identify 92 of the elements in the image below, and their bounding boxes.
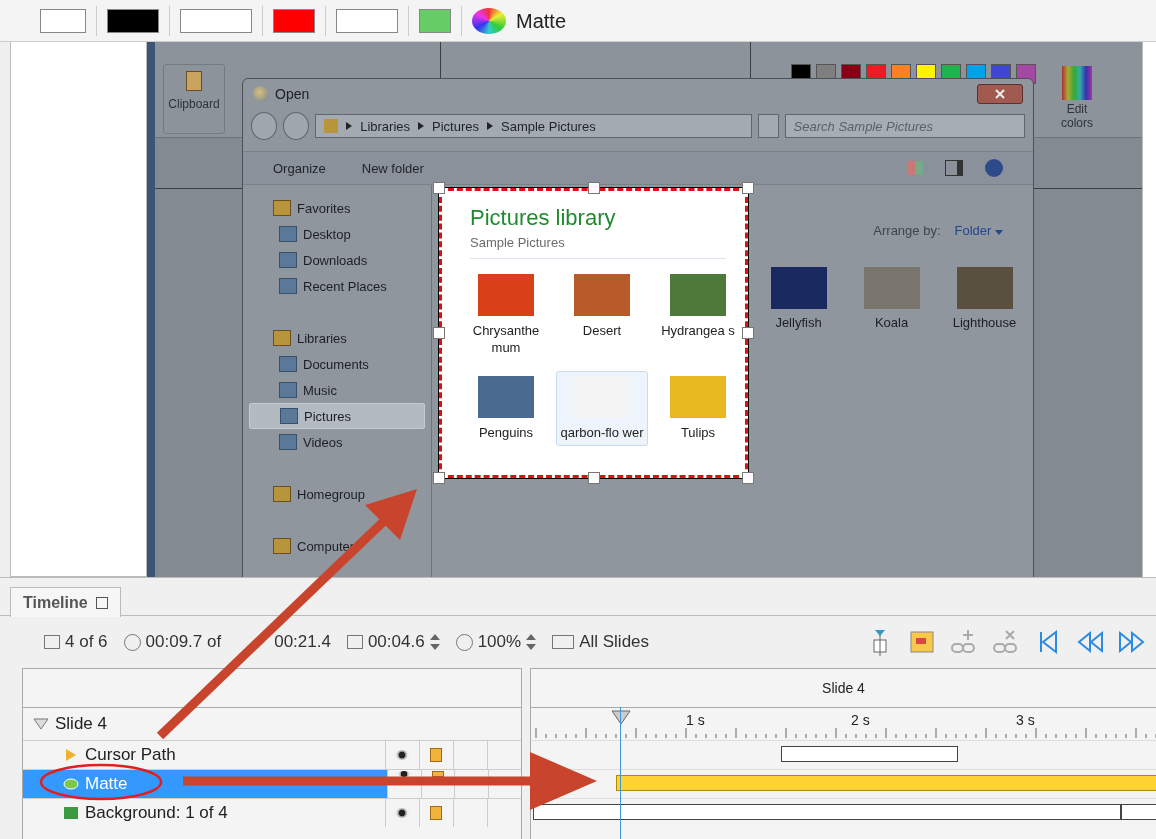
close-button[interactable] <box>977 84 1023 104</box>
help-icon[interactable] <box>985 159 1003 177</box>
matte-icon <box>63 777 79 791</box>
file-item[interactable]: qarbon-flo wer <box>556 371 648 446</box>
nav-item[interactable]: Downloads <box>249 247 425 273</box>
preview-pane-icon[interactable] <box>945 160 963 176</box>
layer-name: Matte <box>85 774 128 794</box>
spinner-icon[interactable] <box>526 633 537 651</box>
layer-row[interactable]: Cursor Path <box>23 740 521 769</box>
rewind-icon[interactable] <box>1076 628 1104 656</box>
ruler-label: 3 s <box>1016 712 1035 728</box>
total-time: 00:21.4 <box>274 632 331 652</box>
lock-icon[interactable] <box>431 771 444 777</box>
clipboard-icon <box>186 71 202 91</box>
dropdown-caret-icon <box>995 230 1003 235</box>
resize-handle[interactable] <box>433 182 445 194</box>
dialog-title: Open <box>275 86 310 102</box>
slides-icon <box>552 635 575 649</box>
eye-icon[interactable] <box>396 771 413 777</box>
command-button[interactable]: Organize <box>273 160 326 176</box>
resize-handle[interactable] <box>742 182 754 194</box>
image-icon <box>63 806 79 820</box>
time-readout: 00:09.7 of <box>145 632 222 652</box>
color-picker-icon[interactable] <box>273 8 315 33</box>
fast-forward-icon[interactable] <box>1118 628 1146 656</box>
forward-button[interactable] <box>283 112 310 140</box>
slide-header: Slide 4 <box>531 669 1156 708</box>
file-item[interactable]: Desert <box>556 269 648 361</box>
nav-item[interactable]: Libraries <box>249 325 425 351</box>
slide-row[interactable]: Slide 4 <box>23 708 113 740</box>
search-field[interactable]: Search Sample Pictures <box>784 114 1025 138</box>
file-item[interactable]: Penguins <box>460 371 552 446</box>
all-slides-button[interactable]: All Slides <box>579 632 650 652</box>
address-bar[interactable]: Libraries Pictures Sample Pictures <box>315 114 753 138</box>
duration-icon <box>346 635 363 649</box>
color-picker-icon[interactable] <box>107 8 159 33</box>
color-wheel-icon[interactable] <box>472 7 506 34</box>
image-icon[interactable] <box>419 8 451 33</box>
resize-handle[interactable] <box>433 472 445 484</box>
file-item[interactable]: Tulips <box>652 371 744 446</box>
close-icon <box>995 89 1005 99</box>
expand-triangle-icon <box>33 718 49 730</box>
nav-item[interactable]: Videos <box>249 429 425 455</box>
back-button[interactable] <box>251 112 278 140</box>
edit-colors-button[interactable]: Edit colors <box>1055 66 1099 130</box>
resize-handle[interactable] <box>433 327 445 339</box>
file-item[interactable]: Lighthouse <box>938 267 1031 330</box>
layer-name: Background: 1 of 4 <box>85 803 228 823</box>
nav-item[interactable]: Desktop <box>249 221 425 247</box>
ruler-label: 1 s <box>686 712 705 728</box>
nav-item[interactable]: Music <box>249 377 425 403</box>
layer-name: Cursor Path <box>85 745 176 765</box>
nav-item[interactable]: Favorites <box>249 195 425 221</box>
nav-item[interactable]: Recent Places <box>249 273 425 299</box>
duration-field[interactable]: 00:04.6 <box>367 632 425 652</box>
callout-icon[interactable] <box>908 628 936 656</box>
lock-icon[interactable] <box>430 806 443 820</box>
nav-item[interactable]: Homegroup <box>249 481 425 507</box>
nav-item[interactable]: Documents <box>249 351 425 377</box>
file-item[interactable]: Koala <box>845 267 938 330</box>
library-title: Pictures library <box>470 205 617 231</box>
clipboard-group[interactable]: Clipboard <box>163 64 225 134</box>
resize-handle[interactable] <box>742 327 754 339</box>
track-bar[interactable] <box>781 746 958 762</box>
number-field[interactable] <box>336 8 398 33</box>
eye-icon[interactable] <box>394 750 411 760</box>
matte-label: Matte <box>516 9 567 32</box>
resize-handle[interactable] <box>742 472 754 484</box>
slide-count: 4 of 6 <box>65 632 108 652</box>
number-field[interactable] <box>180 8 252 33</box>
file-item[interactable]: Chrysanthe mum <box>460 269 552 361</box>
playhead-icon[interactable] <box>611 710 631 726</box>
nav-item[interactable]: Pictures <box>249 403 425 429</box>
zoom-field[interactable]: 100% <box>477 632 522 652</box>
file-item[interactable]: Jellyfish <box>752 267 845 330</box>
arrange-dropdown[interactable]: Folder <box>954 223 1003 238</box>
nav-item[interactable]: Computer <box>249 533 425 559</box>
spinner-icon[interactable] <box>429 633 440 651</box>
ruler-label: 2 s <box>851 712 870 728</box>
file-item[interactable]: Hydrangea s <box>652 269 744 361</box>
library-subtitle: Sample Pictures <box>470 235 726 259</box>
command-button[interactable]: New folder <box>361 160 424 176</box>
paint-icon <box>253 86 269 102</box>
layer-row[interactable]: Background: 1 of 4 <box>23 798 521 827</box>
slide-icon <box>44 635 60 649</box>
timeline-tab[interactable]: Timeline <box>10 587 121 617</box>
arrange-label: Arrange by: <box>873 223 941 238</box>
close-icon[interactable] <box>95 596 108 609</box>
refresh-button[interactable] <box>758 114 779 138</box>
eye-icon[interactable] <box>394 808 411 818</box>
track-bar[interactable] <box>616 775 1156 791</box>
lock-icon[interactable] <box>430 748 443 762</box>
